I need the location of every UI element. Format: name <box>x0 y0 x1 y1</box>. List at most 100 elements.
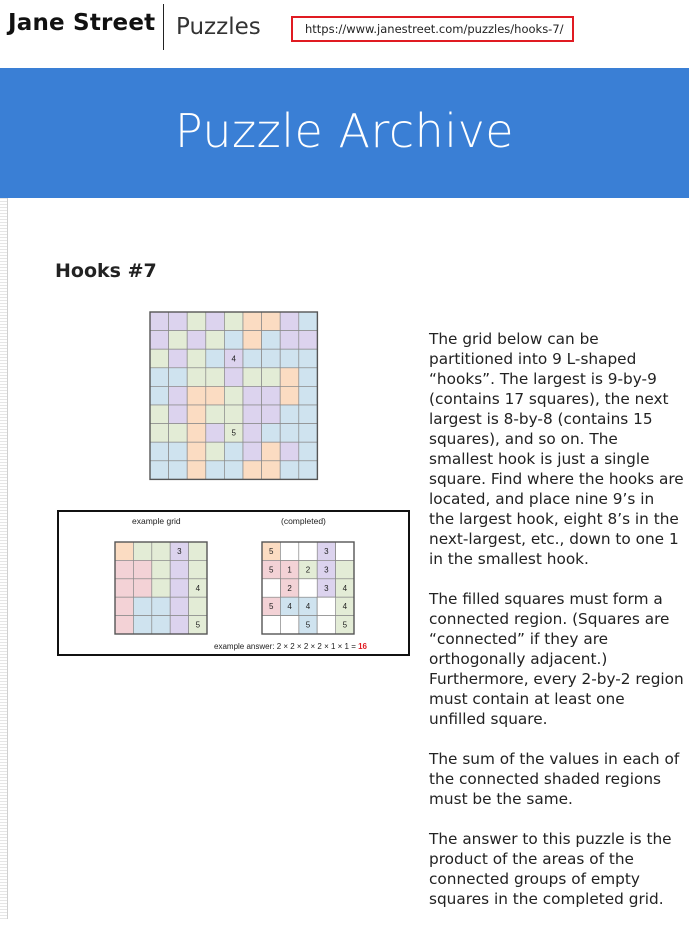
grid-cell <box>205 386 225 406</box>
grid-cell <box>133 596 153 616</box>
grid-cell <box>114 615 134 635</box>
empty-cell <box>261 615 281 635</box>
given-number: 5 <box>269 547 274 556</box>
grid-cell <box>242 441 262 462</box>
grid-cell <box>151 596 171 616</box>
grid-cell <box>224 367 244 387</box>
grid-cell <box>168 386 188 406</box>
grid-cell <box>261 367 281 387</box>
grid-cell <box>242 404 262 424</box>
grid-cell <box>261 441 281 462</box>
given-number: 5 <box>306 621 311 630</box>
grid-cell <box>188 560 208 580</box>
grid-cell <box>298 423 318 443</box>
grid-cell <box>186 404 207 424</box>
grid-cell <box>114 560 134 580</box>
grid-cell <box>242 423 262 443</box>
given-number: 3 <box>324 565 329 574</box>
grid-cell <box>261 330 281 350</box>
given-number: 3 <box>324 584 329 593</box>
grid-cell <box>168 404 188 424</box>
url-box[interactable]: https://www.janestreet.com/puzzles/hooks… <box>291 16 574 42</box>
grid-cell <box>151 615 171 635</box>
grid-cell <box>188 596 208 616</box>
grid-cell <box>242 330 262 350</box>
grid-cell <box>149 423 169 443</box>
grid-cell <box>261 460 281 480</box>
grid-cell <box>168 348 188 369</box>
empty-cell <box>298 541 318 561</box>
grid-cell <box>151 578 171 598</box>
grid-cell <box>205 441 225 462</box>
grid-cell <box>279 367 300 387</box>
empty-cell <box>316 615 336 635</box>
grid-cell <box>186 311 207 331</box>
grid-cell <box>149 367 169 387</box>
completed-caption: (completed) <box>281 516 326 526</box>
grid-cell <box>224 441 244 462</box>
given-number: 3 <box>177 547 182 556</box>
grid-cell <box>242 460 262 480</box>
given-number: 3 <box>324 547 329 556</box>
grid-cell <box>261 423 281 443</box>
grid-cell <box>168 441 188 462</box>
grid-cell <box>224 404 244 424</box>
grid-cell <box>224 311 244 331</box>
grid-cell <box>205 367 225 387</box>
grid-cell <box>149 311 169 331</box>
grid-cell <box>224 460 244 480</box>
left-scroll-rail <box>0 198 8 919</box>
grid-cell <box>298 348 318 369</box>
grid-cell <box>151 560 171 580</box>
example-caption: example grid <box>132 516 181 526</box>
grid-cell <box>261 404 281 424</box>
grid-cell <box>224 330 244 350</box>
grid-cell <box>133 578 153 598</box>
grid-cell <box>298 367 318 387</box>
grid-cell <box>186 367 207 387</box>
grid-cell <box>279 441 300 462</box>
example-answer: example answer: 2 × 2 × 2 × 2 × 1 × 1 = … <box>214 642 367 651</box>
grid-cell <box>168 367 188 387</box>
grid-cell <box>205 460 225 480</box>
puzzle-description: The grid below can be partitioned into 9… <box>429 329 684 929</box>
grid-cell <box>242 386 262 406</box>
example-grid: 3 4 5 <box>114 541 208 635</box>
grid-cell <box>261 311 281 331</box>
grid-cell <box>298 404 318 424</box>
grid-cell <box>335 560 355 580</box>
section-link-puzzles[interactable]: Puzzles <box>176 14 261 40</box>
grid-cell <box>149 404 169 424</box>
given-number: 4 <box>343 584 348 593</box>
grid-cell <box>279 311 300 331</box>
puzzle-grid: 45 <box>149 311 319 481</box>
grid-cell <box>261 386 281 406</box>
grid-cell <box>151 541 171 561</box>
grid-cell <box>188 541 208 561</box>
brand-logo[interactable]: Jane Street <box>8 10 155 36</box>
page-title: Puzzle Archive <box>174 104 515 158</box>
grid-cell <box>149 330 169 350</box>
description-paragraph: The sum of the values in each of the con… <box>429 750 680 808</box>
empty-cell <box>280 615 300 635</box>
grid-cell <box>205 348 225 369</box>
grid-cell <box>242 348 262 369</box>
grid-cell <box>186 330 207 350</box>
grid-cell <box>261 348 281 369</box>
grid-cell <box>168 311 188 331</box>
grid-cell <box>169 578 189 598</box>
grid-cell <box>205 330 225 350</box>
grid-cell <box>168 460 188 480</box>
given-number: 2 <box>287 584 292 593</box>
grid-cell <box>114 578 134 598</box>
grid-cell <box>114 541 134 561</box>
grid-cell <box>169 615 189 635</box>
grid-cell <box>169 596 189 616</box>
given-number: 4 <box>196 584 201 593</box>
grid-cell <box>205 404 225 424</box>
given-number: 4 <box>343 602 348 611</box>
grid-cell <box>279 348 300 369</box>
header-divider <box>163 4 164 50</box>
completed-grid: 5 3 5 1 2 3 2 3 4 5 4 4 4 5 5 <box>261 541 355 635</box>
grid-cell <box>186 460 207 480</box>
